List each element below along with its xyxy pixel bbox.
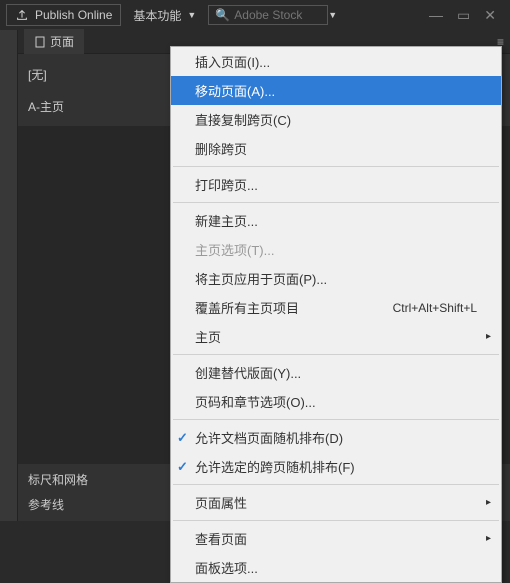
- ruler-grid-label: 标尺和网格: [28, 471, 88, 488]
- menu-separator: [173, 166, 499, 167]
- menu-main-pages[interactable]: 主页: [171, 322, 501, 351]
- publish-online-button[interactable]: Publish Online: [6, 4, 121, 26]
- workspace-switcher[interactable]: 基本功能 ▼: [129, 4, 200, 27]
- menu-allow-doc-shuffle[interactable]: 允许文档页面随机排布(D): [171, 423, 501, 452]
- panel-title: 页面: [50, 33, 74, 50]
- workspace-label: 基本功能: [133, 7, 181, 24]
- menu-master-options: 主页选项(T)...: [171, 235, 501, 264]
- stock-search-input[interactable]: [234, 8, 324, 22]
- menu-print-spread[interactable]: 打印跨页...: [171, 170, 501, 199]
- stock-search[interactable]: 🔍 ▼: [208, 5, 328, 25]
- menu-insert-pages[interactable]: 插入页面(I)...: [171, 47, 501, 76]
- menu-new-master[interactable]: 新建主页...: [171, 206, 501, 235]
- guides-label: 参考线: [28, 496, 64, 513]
- menu-page-attributes[interactable]: 页面属性: [171, 488, 501, 517]
- menu-delete-spread[interactable]: 删除跨页: [171, 134, 501, 163]
- search-icon: 🔍: [215, 8, 230, 22]
- app-topbar: Publish Online 基本功能 ▼ 🔍 ▼ — ▭ ✕: [0, 0, 510, 30]
- menu-separator: [173, 202, 499, 203]
- menu-duplicate-spread[interactable]: 直接复制跨页(C): [171, 105, 501, 134]
- window-controls: — ▭ ✕: [429, 7, 504, 24]
- menu-apply-master[interactable]: 将主页应用于页面(P)...: [171, 264, 501, 293]
- menu-separator: [173, 484, 499, 485]
- upload-icon: [15, 8, 29, 22]
- pages-context-menu: 插入页面(I)... 移动页面(A)... 直接复制跨页(C) 删除跨页 打印跨…: [170, 46, 502, 583]
- menu-create-alternate[interactable]: 创建替代版面(Y)...: [171, 358, 501, 387]
- menu-view-pages[interactable]: 查看页面: [171, 524, 501, 553]
- minimize-icon[interactable]: —: [429, 7, 443, 24]
- menu-move-pages[interactable]: 移动页面(A)...: [171, 76, 501, 105]
- page-icon: [34, 36, 46, 48]
- menu-numbering-options[interactable]: 页码和章节选项(O)...: [171, 387, 501, 416]
- publish-label: Publish Online: [35, 8, 112, 22]
- restore-icon[interactable]: ▭: [457, 7, 470, 24]
- pages-tab[interactable]: 页面: [24, 29, 84, 54]
- left-toolstrip: [0, 30, 18, 521]
- shortcut-text: Ctrl+Alt+Shift+L: [393, 301, 477, 315]
- menu-separator: [173, 354, 499, 355]
- close-icon[interactable]: ✕: [484, 7, 496, 24]
- menu-override-all[interactable]: 覆盖所有主页项目Ctrl+Alt+Shift+L: [171, 293, 501, 322]
- menu-separator: [173, 419, 499, 420]
- menu-panel-options[interactable]: 面板选项...: [171, 553, 501, 582]
- chevron-down-icon: ▼: [328, 10, 337, 20]
- chevron-down-icon: ▼: [187, 10, 196, 20]
- menu-allow-selected-shuffle[interactable]: 允许选定的跨页随机排布(F): [171, 452, 501, 481]
